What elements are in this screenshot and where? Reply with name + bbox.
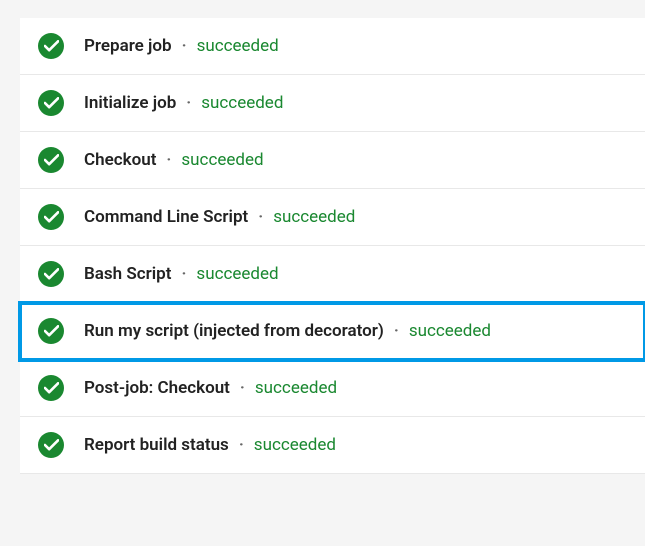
status-badge: succeeded [181, 150, 263, 170]
status-badge: succeeded [254, 435, 336, 455]
success-check-icon [38, 432, 64, 458]
step-name: Run my script (injected from decorator) [84, 321, 384, 341]
step-row[interactable]: Report build status · succeeded [20, 417, 645, 474]
step-row[interactable]: Command Line Script · succeeded [20, 189, 645, 246]
separator: · [181, 264, 186, 284]
step-row[interactable]: Bash Script · succeeded [20, 246, 645, 303]
success-check-icon [38, 204, 64, 230]
step-name: Post-job: Checkout [84, 378, 230, 398]
success-check-icon [38, 375, 64, 401]
step-name: Checkout [84, 150, 156, 170]
success-check-icon [38, 90, 64, 116]
separator: · [394, 321, 399, 341]
pipeline-step-list: Prepare job · succeeded Initialize job ·… [20, 18, 645, 474]
status-badge: succeeded [201, 93, 283, 113]
step-row[interactable]: Post-job: Checkout · succeeded [20, 360, 645, 417]
success-check-icon [38, 147, 64, 173]
separator: · [166, 150, 171, 170]
step-name: Initialize job [84, 93, 176, 113]
success-check-icon [38, 318, 64, 344]
separator: · [240, 378, 245, 398]
step-row[interactable]: Checkout · succeeded [20, 132, 645, 189]
separator: · [186, 93, 191, 113]
step-name: Prepare job [84, 36, 172, 56]
status-badge: succeeded [197, 36, 279, 56]
status-badge: succeeded [273, 207, 355, 227]
step-row-highlighted[interactable]: Run my script (injected from decorator) … [20, 303, 645, 360]
step-row[interactable]: Initialize job · succeeded [20, 75, 645, 132]
separator: · [182, 36, 187, 56]
status-badge: succeeded [409, 321, 491, 341]
separator: · [239, 435, 244, 455]
step-name: Report build status [84, 435, 229, 455]
step-name: Bash Script [84, 264, 171, 284]
status-badge: succeeded [196, 264, 278, 284]
success-check-icon [38, 33, 64, 59]
step-row[interactable]: Prepare job · succeeded [20, 18, 645, 75]
separator: · [258, 207, 263, 227]
step-name: Command Line Script [84, 207, 248, 227]
status-badge: succeeded [255, 378, 337, 398]
success-check-icon [38, 261, 64, 287]
